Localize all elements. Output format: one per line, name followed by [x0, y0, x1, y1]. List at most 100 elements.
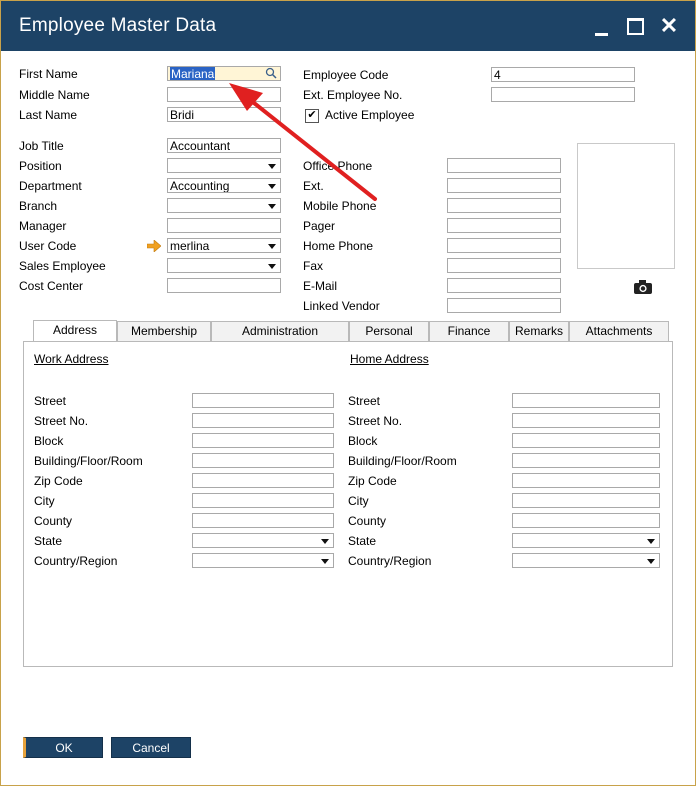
- cost-center-field[interactable]: [167, 278, 281, 293]
- title-bar: Employee Master Data ✕: [1, 1, 695, 51]
- user-code-label: User Code: [19, 239, 77, 253]
- home-address-state-label: State: [348, 534, 377, 548]
- mobile-phone-label: Mobile Phone: [303, 199, 377, 213]
- home-address-street-no-field[interactable]: [512, 413, 660, 428]
- tab-personal[interactable]: Personal: [349, 321, 429, 341]
- work-address-state-field[interactable]: [192, 533, 334, 548]
- employee-code-label: Employee Code: [303, 68, 389, 82]
- search-icon[interactable]: [265, 67, 277, 79]
- work-address-city-field[interactable]: [192, 493, 334, 508]
- mobile-phone-field[interactable]: [447, 198, 561, 213]
- home-address-building-floor-room-label: Building/Floor/Room: [348, 454, 457, 468]
- tab-attachments[interactable]: Attachments: [569, 321, 669, 341]
- active-employee-checkbox[interactable]: ✔: [305, 109, 319, 123]
- position-field[interactable]: [167, 158, 281, 173]
- address-tab-panel: Work Address Home Address Street Street N…: [23, 341, 673, 667]
- fax-label: Fax: [303, 259, 324, 273]
- home-address-state-field[interactable]: [512, 533, 660, 548]
- employee-code-field[interactable]: 4: [491, 67, 635, 82]
- work-address-street-label: Street: [34, 394, 67, 408]
- maximize-icon[interactable]: [619, 11, 651, 41]
- work-address-zip-code-field[interactable]: [192, 473, 334, 488]
- ext-employee-no-label: Ext. Employee No.: [303, 88, 403, 102]
- work-address-country-region-label: Country/Region: [34, 554, 118, 568]
- office-phone-field[interactable]: [447, 158, 561, 173]
- active-employee-label: Active Employee: [325, 108, 415, 122]
- ext-label: Ext.: [303, 179, 324, 193]
- work-address-street-no-field[interactable]: [192, 413, 334, 428]
- home-phone-field[interactable]: [447, 238, 561, 253]
- middle-name-label: Middle Name: [19, 88, 90, 102]
- manager-label: Manager: [19, 219, 67, 233]
- cost-center-label: Cost Center: [19, 279, 84, 293]
- department-field[interactable]: Accounting: [167, 178, 281, 193]
- home-address-building-floor-room-field[interactable]: [512, 453, 660, 468]
- employee-photo[interactable]: [577, 143, 675, 269]
- home-address-block-label: Block: [348, 434, 378, 448]
- ext-field[interactable]: [447, 178, 561, 193]
- fax-field[interactable]: [447, 258, 561, 273]
- pager-field[interactable]: [447, 218, 561, 233]
- work-address-street-no-label: Street No.: [34, 414, 89, 428]
- e-mail-field[interactable]: [447, 278, 561, 293]
- work-address-street-field[interactable]: [192, 393, 334, 408]
- branch-field[interactable]: [167, 198, 281, 213]
- home-address-city-label: City: [348, 494, 369, 508]
- ok-button[interactable]: OK: [23, 737, 103, 758]
- ext-employee-no-field[interactable]: [491, 87, 635, 102]
- last-name-field[interactable]: Bridi: [167, 107, 281, 122]
- linked-vendor-label: Linked Vendor: [303, 299, 380, 313]
- home-address-city-field[interactable]: [512, 493, 660, 508]
- home-address-street-no-label: Street No.: [348, 414, 403, 428]
- sales-employee-label: Sales Employee: [19, 259, 106, 273]
- work-address-county-field[interactable]: [192, 513, 334, 528]
- middle-name-field[interactable]: [167, 87, 281, 102]
- sales-employee-field[interactable]: [167, 258, 281, 273]
- last-name-label: Last Name: [19, 108, 78, 122]
- tab-administration[interactable]: Administration: [211, 321, 349, 341]
- user-code-field[interactable]: merlina: [167, 238, 281, 253]
- work-address-block-field[interactable]: [192, 433, 334, 448]
- home-address-country-region-field[interactable]: [512, 553, 660, 568]
- home-phone-label: Home Phone: [303, 239, 374, 253]
- first-name-value: Mariana: [170, 67, 216, 81]
- first-name-field[interactable]: Mariana: [167, 66, 281, 81]
- home-address-zip-code-label: Zip Code: [348, 474, 397, 488]
- home-address-zip-code-field[interactable]: [512, 473, 660, 488]
- pager-label: Pager: [303, 219, 336, 233]
- first-name-label: First Name: [19, 67, 78, 81]
- home-address-street-field[interactable]: [512, 393, 660, 408]
- work-address-country-region-field[interactable]: [192, 553, 334, 568]
- tab-address[interactable]: Address: [33, 320, 117, 342]
- tab-finance[interactable]: Finance: [429, 321, 509, 341]
- work-address-building-floor-room-field[interactable]: [192, 453, 334, 468]
- home-address-title: Home Address: [350, 352, 429, 366]
- home-address-block-field[interactable]: [512, 433, 660, 448]
- home-address-county-label: County: [348, 514, 387, 528]
- work-address-block-label: Block: [34, 434, 64, 448]
- link-arrow-icon[interactable]: [147, 240, 161, 252]
- tab-remarks[interactable]: Remarks: [509, 321, 569, 341]
- cancel-button[interactable]: Cancel: [111, 737, 191, 758]
- work-address-title: Work Address: [34, 352, 109, 366]
- tab-membership[interactable]: Membership: [117, 321, 211, 341]
- home-address-county-field[interactable]: [512, 513, 660, 528]
- job-title-label: Job Title: [19, 139, 64, 153]
- minimize-icon[interactable]: [585, 11, 617, 41]
- home-address-country-region-label: Country/Region: [348, 554, 432, 568]
- window-title: Employee Master Data: [19, 15, 217, 36]
- close-icon[interactable]: ✕: [653, 11, 685, 41]
- employee-master-data-window: Employee Master Data ✕ First Name Marian…: [0, 0, 696, 786]
- work-address-county-label: County: [34, 514, 73, 528]
- job-title-field[interactable]: Accountant: [167, 138, 281, 153]
- linked-vendor-field[interactable]: [447, 298, 561, 313]
- manager-field[interactable]: [167, 218, 281, 233]
- department-label: Department: [19, 179, 82, 193]
- office-phone-label: Office Phone: [303, 159, 373, 173]
- branch-label: Branch: [19, 199, 58, 213]
- work-address-building-floor-room-label: Building/Floor/Room: [34, 454, 143, 468]
- tab-strip: Address Membership Administration Personal F…: [23, 320, 673, 342]
- e-mail-label: E-Mail: [303, 279, 338, 293]
- work-address-city-label: City: [34, 494, 55, 508]
- camera-icon[interactable]: [633, 279, 653, 295]
